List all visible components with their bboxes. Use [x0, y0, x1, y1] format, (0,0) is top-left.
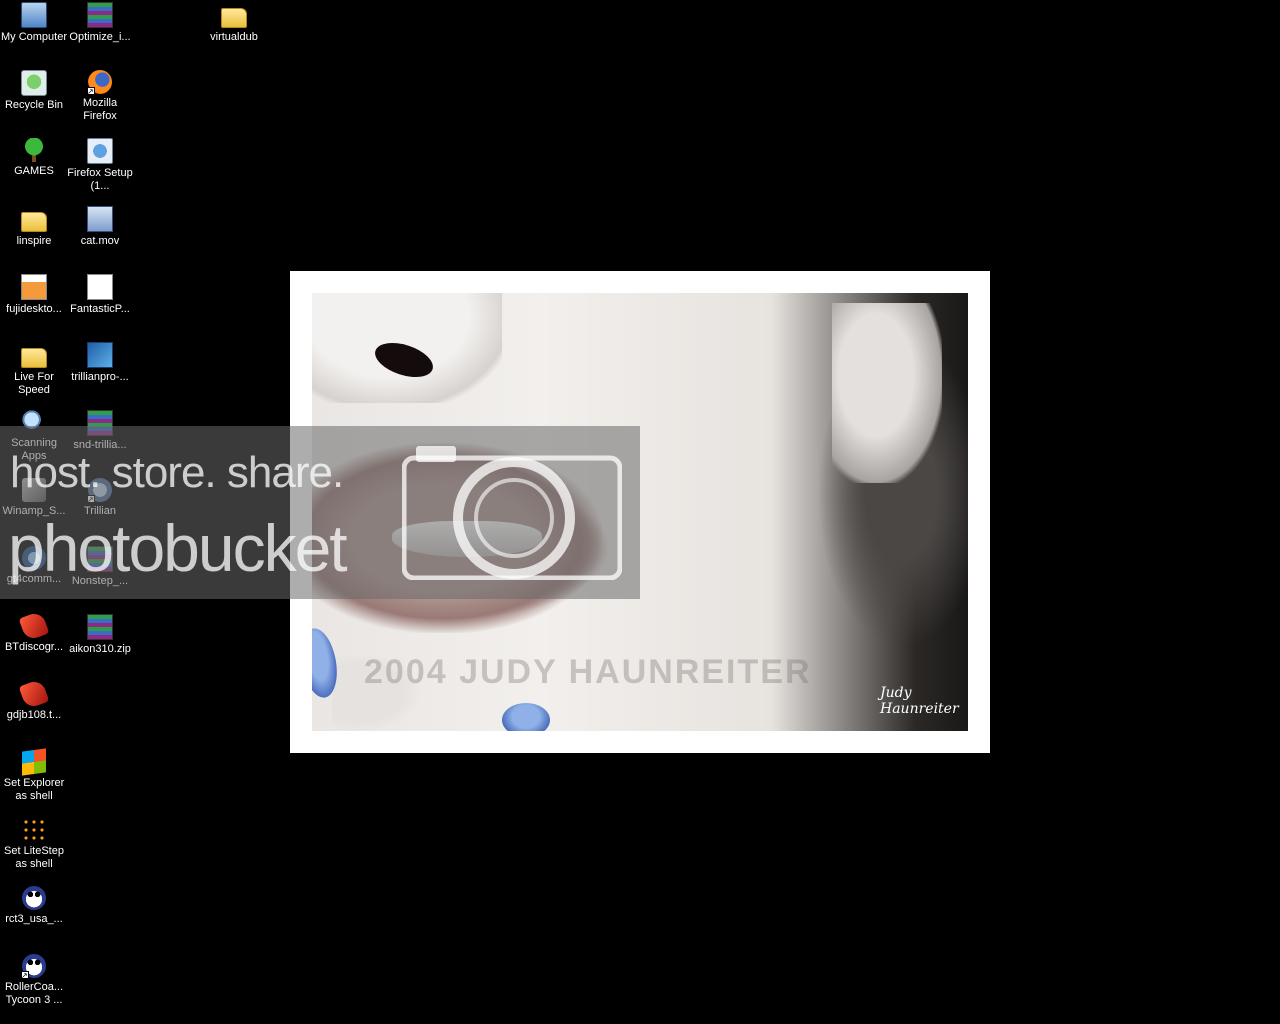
desktop-icon-live-for-speed[interactable]: Live For Speed [0, 342, 68, 397]
panda-icon [21, 954, 46, 980]
desktop-icon-nonstep[interactable]: Nonstep_... [66, 546, 134, 588]
panda-icon [22, 886, 46, 910]
desktop-icon-label: virtualdub [210, 31, 258, 43]
desktop-icon-winamp[interactable]: Winamp_S... [0, 478, 68, 518]
winamp-icon [22, 478, 46, 502]
firefox-icon [87, 70, 112, 96]
desktop-icon-label: Set LiteStep as shell [4, 845, 64, 870]
desktop-icon-label: trillianpro-... [71, 371, 129, 383]
desktop-icon-scanning-apps[interactable]: Scanning Apps [0, 410, 68, 463]
document-icon [87, 274, 113, 300]
litestep-icon [22, 818, 46, 842]
desktop-icon-btdiscog[interactable]: BTdiscogr... [0, 610, 68, 654]
desktop-icon-label: Scanning Apps [11, 437, 57, 462]
desktop-icon-label: GAMES [14, 165, 54, 177]
bittorrent-icon [18, 678, 50, 710]
desktop-icon-recycle-bin[interactable]: Recycle Bin [0, 70, 68, 112]
photo-signature: Judy Haunreiter [880, 685, 959, 717]
desktop-icon-snd-trillian[interactable]: snd-trillia... [66, 410, 134, 452]
desktop-icon-label: fujidesktо... [6, 303, 62, 315]
desktop-icon-trillian[interactable]: Trillian [66, 478, 134, 518]
desktop-icon-label: rct3_usa_... [5, 913, 63, 925]
desktop-icon-label: Set Explorer as shell [3, 777, 65, 802]
desktop-icon-mozilla-firefox[interactable]: Mozilla Firefox [66, 70, 134, 123]
desktop-icon-rct3-usa[interactable]: rct3_usa_... [0, 886, 68, 926]
windows-icon [22, 748, 46, 776]
magnifier-icon [22, 410, 46, 434]
archive-icon [87, 410, 113, 436]
desktop-icon-fujidesktop[interactable]: fujidesktо... [0, 274, 68, 316]
desktop-icon-label: cat.mov [80, 235, 120, 247]
folder-icon [21, 348, 47, 368]
archive-icon [87, 546, 113, 572]
desktop-icon-gdjb108[interactable]: gdjb108.t... [0, 678, 68, 722]
desktop-icon-label: Nonstep_... [71, 575, 129, 587]
desktop-icon-gt4comm[interactable]: gt4comm... [0, 546, 68, 586]
recycle-bin-icon [21, 70, 47, 96]
photo-teeth [392, 521, 542, 557]
desktop-icon-games[interactable]: GAMES [0, 138, 68, 178]
desktop-icon-label: BTdiscogr... [4, 641, 64, 653]
desktop-icon-label: Optimize_i... [69, 31, 131, 43]
gt4-icon [22, 546, 46, 570]
desktop-icon-cat-mov[interactable]: cat.mov [66, 206, 134, 248]
desktop-icon-label: Live For Speed [14, 371, 54, 396]
desktop-icon-rollercoaster-tycoon-3[interactable]: RollerCoa... Tycoon 3 ... [0, 954, 68, 1007]
archive-icon [87, 2, 113, 28]
desktop-icon-fantasticp[interactable]: FantasticP... [66, 274, 134, 316]
desktop-icon-set-litestep-shell[interactable]: Set LiteStep as shell [0, 818, 68, 871]
my-computer-icon [21, 2, 47, 28]
desktop-icon-my-computer[interactable]: My Computer [0, 2, 68, 44]
movie-file-icon [87, 206, 113, 232]
installer-icon [87, 138, 113, 164]
desktop-icon-label: aikon310.zip [69, 643, 131, 655]
desktop-icon-label: snd-trillia... [73, 439, 127, 451]
desktop-icon-virtualdub[interactable]: virtualdub [200, 2, 268, 44]
photo-fingernail [502, 703, 550, 731]
photo-ear [832, 303, 942, 483]
folder-icon [21, 212, 47, 232]
desktop[interactable]: My Computer Recycle Bin GAMES linspire f… [0, 0, 1280, 1024]
desktop-icon-label: linspire [16, 235, 52, 247]
desktop-icon-aikon310[interactable]: aikon310.zip [66, 614, 134, 656]
archive-icon [87, 614, 113, 640]
desktop-icon-label: Firefox Setup (1... [67, 167, 133, 192]
desktop-icon-set-explorer-shell[interactable]: Set Explorer as shell [0, 748, 68, 803]
wallpaper-photo: 2004 JUDY HAUNREITER Judy Haunreiter [312, 293, 968, 731]
image-file-icon [21, 274, 47, 300]
desktop-icon-firefox-setup[interactable]: Firefox Setup (1... [66, 138, 134, 193]
photo-watermark: 2004 JUDY HAUNREITER [364, 653, 812, 691]
trillian-icon [87, 478, 112, 504]
setup-app-icon [87, 342, 113, 368]
desktop-icon-label: Mozilla Firefox [82, 97, 118, 122]
desktop-icon-trillianpro[interactable]: trillianpro-... [66, 342, 134, 384]
desktop-icon-linspire[interactable]: linspire [0, 206, 68, 248]
desktop-icon-label: Trillian [84, 505, 116, 517]
desktop-icon-label: gt4comm... [6, 573, 62, 585]
tree-folder-icon [22, 138, 46, 162]
desktop-icon-label: gdjb108.t... [6, 709, 62, 721]
bittorrent-icon [18, 610, 50, 642]
wallpaper-photo-frame: 2004 JUDY HAUNREITER Judy Haunreiter [290, 271, 990, 753]
desktop-icon-label: FantasticP... [70, 303, 130, 315]
folder-icon [221, 8, 247, 28]
desktop-icon-optimize[interactable]: Optimize_i... [66, 2, 134, 44]
desktop-icon-label: Recycle Bin [4, 99, 64, 111]
desktop-icon-label: Winamp_S... [2, 505, 66, 517]
desktop-icon-label: RollerCoa... Tycoon 3 ... [4, 981, 64, 1006]
desktop-icon-label: My Computer [0, 31, 68, 43]
